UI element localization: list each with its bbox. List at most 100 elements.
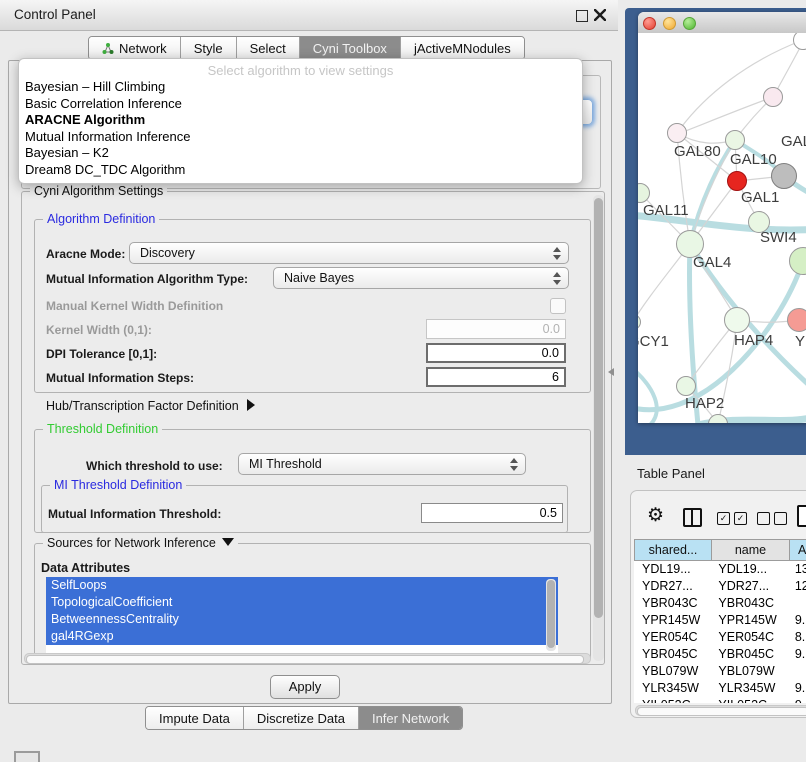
data-attribute-item[interactable]: gal4RGexp: [46, 628, 558, 645]
network-canvas[interactable]: GALGAL80GAL10GAL1GAL11SWI4GAL4GCY1HAP4YH…: [638, 33, 806, 423]
table-row[interactable]: YER054CYER054C8.: [634, 629, 806, 646]
control-panel-tabs: NetworkStyle Select Cyni Toolbox jActiveMNo…: [88, 36, 525, 60]
which-threshold-value: MI Threshold: [249, 457, 322, 471]
table-cell: YBR043C: [710, 595, 786, 612]
sources-group-title[interactable]: Sources for Network Inference: [43, 536, 238, 550]
unchecked-pair-icon[interactable]: [757, 512, 787, 525]
hub-definition-label: Hub/Transcription Factor Definition: [46, 399, 239, 413]
tab-jactivemnodules[interactable]: jActiveMNodules: [401, 37, 524, 59]
algorithm-option[interactable]: Mutual Information Inference: [19, 129, 582, 146]
node-label-hap4: HAP4: [734, 332, 773, 349]
table-cell: 9.: [787, 646, 806, 663]
mi-threshold-input[interactable]: 0.5: [421, 503, 563, 523]
bottom-tab-impute-data[interactable]: Impute Data: [146, 707, 244, 729]
algorithm-option[interactable]: Dream8 DC_TDC Algorithm: [19, 162, 582, 179]
table-panel-title: Table Panel: [637, 466, 705, 481]
network-node[interactable]: [724, 307, 750, 333]
table-cell: 9.: [787, 680, 806, 697]
manual-kernel-checkbox[interactable]: [550, 298, 566, 314]
minimize-traffic-light-icon[interactable]: [663, 17, 676, 30]
document-icon[interactable]: [797, 505, 806, 527]
table-cell: YBR043C: [634, 595, 710, 612]
network-node[interactable]: [787, 308, 806, 332]
float-window-icon[interactable]: [576, 10, 588, 22]
network-icon: [102, 42, 114, 55]
network-view-window[interactable]: GALGAL80GAL10GAL1GAL11SWI4GAL4GCY1HAP4YH…: [638, 12, 806, 423]
which-threshold-label: Which threshold to use:: [86, 459, 223, 473]
table-row[interactable]: YBR043CYBR043C: [634, 595, 806, 612]
network-node[interactable]: [763, 87, 783, 107]
mi-threshold-group-title: MI Threshold Definition: [50, 478, 186, 492]
tab-label: Impute Data: [159, 711, 230, 726]
stepper-arrows-icon: [553, 272, 561, 286]
network-node[interactable]: [727, 171, 747, 191]
mi-type-combobox[interactable]: Naive Bayes: [273, 267, 569, 289]
column-header-A[interactable]: A: [790, 539, 806, 561]
tab-select[interactable]: Select: [237, 37, 300, 59]
splitter-collapse-icon[interactable]: [608, 368, 614, 376]
data-attribute-item[interactable]: TopologicalCoefficient: [46, 594, 558, 611]
tab-style[interactable]: Style: [181, 37, 237, 59]
hub-definition-toggle[interactable]: Hub/Transcription Factor Definition: [46, 399, 255, 413]
manual-kernel-label: Manual Kernel Width Definition: [46, 299, 223, 313]
mi-steps-input[interactable]: 6: [426, 367, 566, 387]
tab-cyni-toolbox[interactable]: Cyni Toolbox: [300, 37, 401, 59]
gear-icon[interactable]: ⚙: [647, 504, 664, 527]
which-threshold-combobox[interactable]: MI Threshold: [238, 453, 526, 475]
table-header-row: shared...nameA: [634, 539, 806, 561]
kernel-width-label: Kernel Width (0,1):: [46, 323, 152, 337]
network-node[interactable]: [676, 376, 696, 396]
bottom-tab-infer-network[interactable]: Infer Network: [359, 707, 462, 729]
dpi-tolerance-input[interactable]: 0.0: [426, 343, 566, 363]
tab-label: Select: [250, 41, 286, 56]
network-node[interactable]: [725, 130, 745, 150]
table-row[interactable]: YLR345WYLR345W9.: [634, 680, 806, 697]
aracne-mode-value: Discovery: [140, 246, 195, 260]
settings-vertical-scrollbar[interactable]: [593, 195, 604, 661]
split-columns-icon[interactable]: [683, 508, 702, 527]
close-icon[interactable]: [594, 9, 606, 21]
table-cell: YPR145W: [710, 612, 786, 629]
table-cell: YDR27...: [710, 578, 786, 595]
data-attribute-item[interactable]: SelfLoops: [46, 577, 558, 594]
table-horizontal-scrollbar[interactable]: [635, 705, 806, 716]
sources-horizontal-scrollbar[interactable]: [24, 653, 591, 664]
aracne-mode-combobox[interactable]: Discovery: [129, 242, 569, 264]
column-header-shared[interactable]: shared...: [634, 539, 712, 561]
tab-label: Cyni Toolbox: [313, 41, 387, 56]
close-traffic-light-icon[interactable]: [643, 17, 656, 30]
checked-pair-icon[interactable]: ✓✓: [717, 512, 747, 525]
algorithm-option[interactable]: Bayesian – Hill Climbing: [19, 79, 582, 96]
collapse-down-icon: [222, 538, 234, 546]
data-attribute-item[interactable]: BetweennessCentrality: [46, 611, 558, 628]
table-cell: YER054C: [634, 629, 710, 646]
table-row[interactable]: YBR045CYBR045C9.: [634, 646, 806, 663]
node-label-gal4: GAL4: [693, 254, 731, 271]
tab-network[interactable]: Network: [89, 37, 181, 59]
table-row[interactable]: YPR145WYPR145W9.: [634, 612, 806, 629]
table-cell: 13: [787, 561, 806, 578]
table-row[interactable]: YDR27...YDR27...12: [634, 578, 806, 595]
table-row[interactable]: YBL079WYBL079W: [634, 663, 806, 680]
data-attributes-list: SelfLoopsTopologicalCoefficientBetweenne…: [46, 577, 558, 653]
minimized-panel-icon[interactable]: [14, 751, 40, 762]
algorithm-option[interactable]: Basic Correlation Inference: [19, 96, 582, 113]
table-cell: YIL052C: [710, 697, 786, 703]
mi-type-label: Mutual Information Algorithm Type:: [46, 272, 248, 286]
attribute-list-scrollbar[interactable]: [546, 579, 556, 651]
algorithm-option[interactable]: Bayesian – K2: [19, 145, 582, 162]
tab-label: jActiveMNodules: [414, 41, 511, 56]
network-node[interactable]: [667, 123, 687, 143]
table-row[interactable]: YDL19...YDL19...13: [634, 561, 806, 578]
table-cell: YDL19...: [710, 561, 786, 578]
table-cell: 9: [787, 697, 806, 703]
table-cell: 8.: [787, 629, 806, 646]
table-row[interactable]: YIL052CYIL052C9: [634, 697, 806, 703]
data-attributes-label: Data Attributes: [41, 561, 130, 575]
column-header-name[interactable]: name: [712, 539, 790, 561]
bottom-tab-discretize-data[interactable]: Discretize Data: [244, 707, 359, 729]
zoom-traffic-light-icon[interactable]: [683, 17, 696, 30]
apply-button[interactable]: Apply: [270, 675, 340, 699]
kernel-width-input[interactable]: 0.0: [426, 319, 566, 339]
algorithm-option[interactable]: ARACNE Algorithm: [19, 112, 582, 129]
